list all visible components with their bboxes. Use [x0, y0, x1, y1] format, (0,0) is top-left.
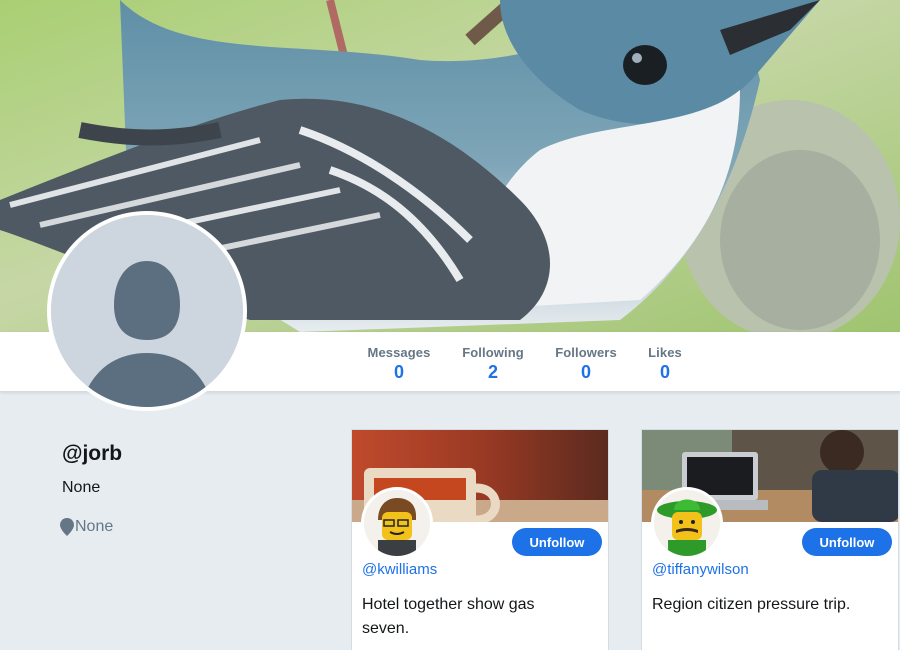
stat-messages-label: Messages — [367, 345, 431, 360]
card-username-link[interactable]: @tiffanywilson — [652, 561, 749, 578]
profile-avatar — [47, 211, 247, 411]
lego-figure-sombrero-avatar-icon — [654, 490, 720, 556]
stat-followers-count: 0 — [580, 362, 591, 382]
user-avatar[interactable] — [651, 487, 723, 559]
stat-likes-count: 0 — [659, 362, 670, 382]
card-message: Hotel together show gas seven. — [362, 596, 535, 637]
stat-following[interactable]: Following 2 — [461, 345, 525, 383]
stat-following-count: 2 — [487, 362, 498, 382]
card-message: Region citizen pressure trip. — [652, 596, 851, 613]
stat-following-label: Following — [462, 345, 524, 360]
map-pin-icon — [60, 518, 74, 536]
profile-bio: None — [62, 479, 101, 496]
stat-likes[interactable]: Likes 0 — [646, 345, 684, 383]
stat-likes-label: Likes — [648, 345, 682, 360]
profile-location: None — [60, 518, 113, 536]
stat-messages-count: 0 — [393, 362, 404, 382]
unfollow-button[interactable]: Unfollow — [512, 528, 602, 556]
stat-messages[interactable]: Messages 0 — [366, 345, 432, 383]
lego-figure-avatar-icon — [364, 490, 430, 556]
default-avatar-icon — [51, 215, 243, 407]
following-card: Unfollow @kwilliams Hotel together show … — [351, 429, 609, 650]
unfollow-button[interactable]: Unfollow — [802, 528, 892, 556]
following-card: Unfollow @tiffanywilson Region citizen p… — [641, 429, 899, 650]
stat-followers[interactable]: Followers 0 — [554, 345, 618, 383]
stat-followers-label: Followers — [555, 345, 617, 360]
card-username-link[interactable]: @kwilliams — [362, 561, 437, 578]
user-avatar[interactable] — [361, 487, 433, 559]
profile-handle: @jorb — [62, 442, 123, 465]
profile-location-text: None — [75, 518, 114, 535]
